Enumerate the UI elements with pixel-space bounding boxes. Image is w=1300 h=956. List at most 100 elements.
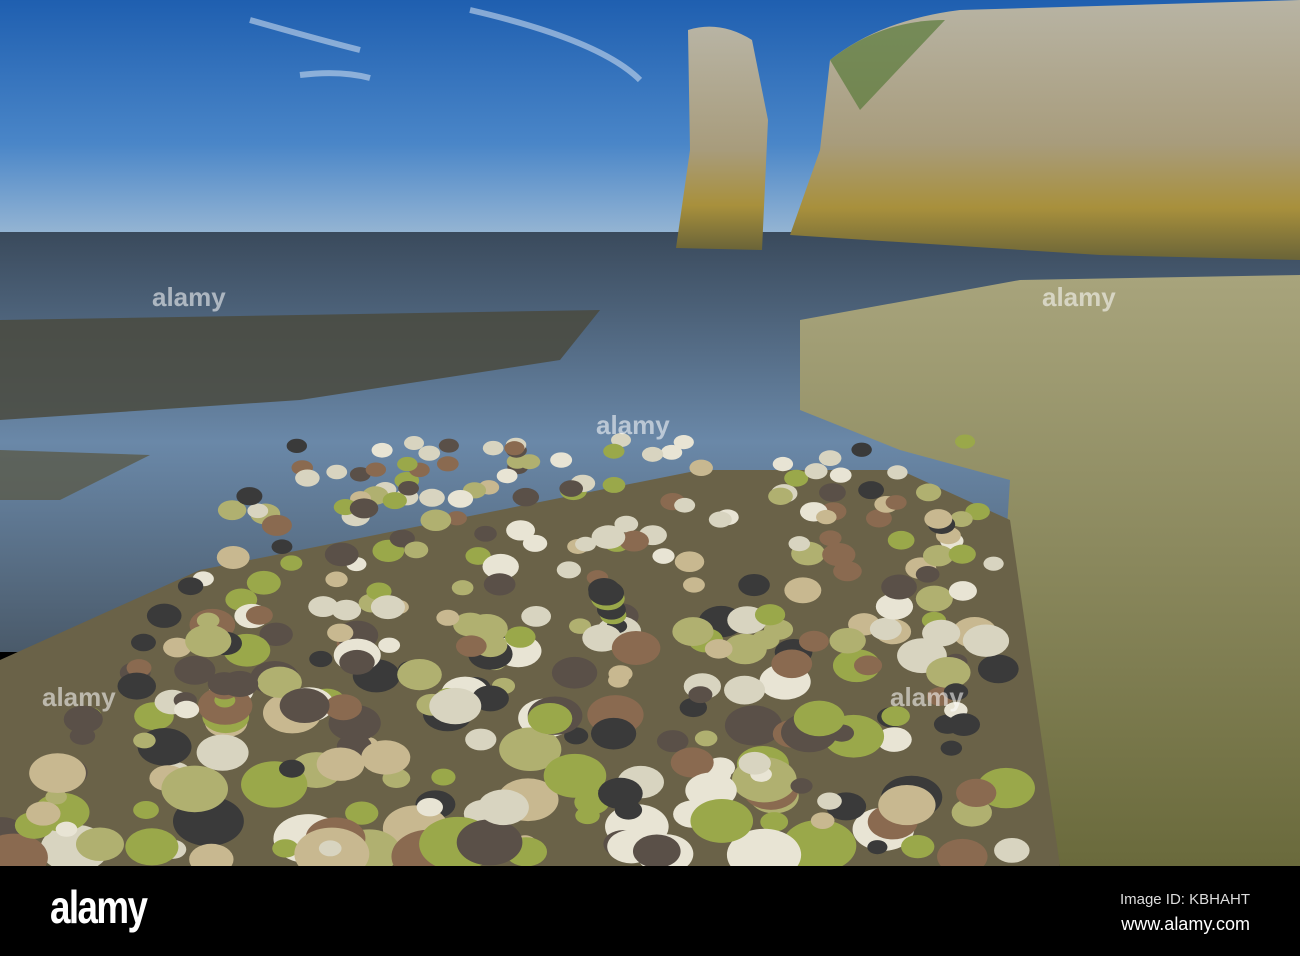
pebble xyxy=(853,655,883,676)
pebble xyxy=(216,545,250,569)
pebble xyxy=(922,619,961,647)
pebble xyxy=(465,728,497,751)
pebble xyxy=(962,624,1010,657)
pebble xyxy=(724,705,783,746)
pebble xyxy=(404,436,425,451)
pebble xyxy=(309,650,333,668)
pebble xyxy=(436,609,460,626)
pebble xyxy=(608,673,629,688)
pebble xyxy=(295,469,320,487)
pebble xyxy=(784,577,822,604)
pebble xyxy=(75,827,124,862)
pebble xyxy=(419,488,445,507)
pebble xyxy=(286,438,308,453)
pebble xyxy=(318,840,342,857)
watermark-text: alamy xyxy=(152,282,226,312)
pebble xyxy=(590,717,637,750)
pebble xyxy=(29,753,86,794)
pebble xyxy=(819,530,842,546)
pebble xyxy=(504,626,536,648)
pebble xyxy=(438,438,459,453)
pebble xyxy=(819,483,846,502)
pebble xyxy=(174,700,200,719)
footer-bar: alamy Image ID: KBHAHT www.alamy.com xyxy=(0,866,1300,956)
pebble xyxy=(829,467,852,483)
pebble xyxy=(771,649,813,679)
pebble xyxy=(543,753,607,798)
pebble xyxy=(772,456,794,472)
pebble xyxy=(682,577,705,593)
pebble xyxy=(760,812,789,832)
pebble xyxy=(688,686,713,704)
pebble xyxy=(598,777,643,810)
pebble xyxy=(361,740,411,775)
pebble xyxy=(947,713,981,736)
pebble xyxy=(851,442,872,457)
pebble xyxy=(474,525,497,542)
pebble xyxy=(325,571,348,588)
pebble xyxy=(456,819,523,866)
pebble xyxy=(956,778,997,808)
pebble xyxy=(867,840,888,855)
pebble xyxy=(496,468,518,484)
pebble xyxy=(674,497,696,513)
pebble xyxy=(521,605,552,627)
pebble xyxy=(652,548,675,564)
pebble xyxy=(793,700,845,737)
pebble xyxy=(790,778,813,794)
pebble xyxy=(784,469,809,487)
pebble xyxy=(245,605,273,625)
pebble xyxy=(146,603,182,628)
pebble xyxy=(977,654,1019,684)
pebble xyxy=(689,459,713,477)
pebble xyxy=(869,617,902,641)
pebble xyxy=(556,561,582,579)
pebble xyxy=(858,481,884,500)
pebble xyxy=(527,702,573,735)
pebble xyxy=(478,789,529,826)
pebble xyxy=(798,630,829,652)
pebble xyxy=(236,487,263,506)
pebble xyxy=(131,633,156,652)
pebble xyxy=(885,495,907,510)
pebble xyxy=(588,580,625,606)
pebble xyxy=(451,580,474,596)
pebble xyxy=(754,604,786,626)
pebble xyxy=(603,443,625,459)
pebble xyxy=(246,570,281,595)
pebble xyxy=(817,792,842,810)
pebble xyxy=(504,441,525,456)
pebble xyxy=(316,747,365,781)
stock-photo: alamy alamy alamy alamy alamy alamy Imag… xyxy=(0,0,1300,956)
pebble xyxy=(436,456,459,472)
pebble xyxy=(887,530,915,550)
pebble xyxy=(724,675,766,705)
pebble xyxy=(431,768,456,786)
pebble xyxy=(271,539,293,555)
pebble xyxy=(704,639,733,659)
pebble xyxy=(196,734,249,771)
pebble xyxy=(611,630,661,665)
watermark-text: alamy xyxy=(890,682,964,712)
pebble xyxy=(378,637,401,653)
pebble xyxy=(522,534,548,552)
pebble xyxy=(382,492,407,510)
pebble xyxy=(887,465,908,480)
pebble xyxy=(751,630,780,650)
pebble xyxy=(397,456,418,472)
pebble xyxy=(125,828,179,866)
pebble xyxy=(247,503,269,519)
pebble xyxy=(672,617,714,646)
pebble xyxy=(915,483,942,502)
pebble xyxy=(983,556,1004,571)
pebble xyxy=(924,509,953,529)
pebble xyxy=(455,635,487,657)
watermark-text: alamy xyxy=(596,410,670,440)
pebble xyxy=(641,446,664,462)
pebble xyxy=(177,577,204,596)
pebble xyxy=(429,687,482,725)
pebble xyxy=(674,551,705,573)
alamy-logo: alamy xyxy=(50,881,148,933)
pebble xyxy=(940,740,963,756)
pebble xyxy=(404,541,429,559)
